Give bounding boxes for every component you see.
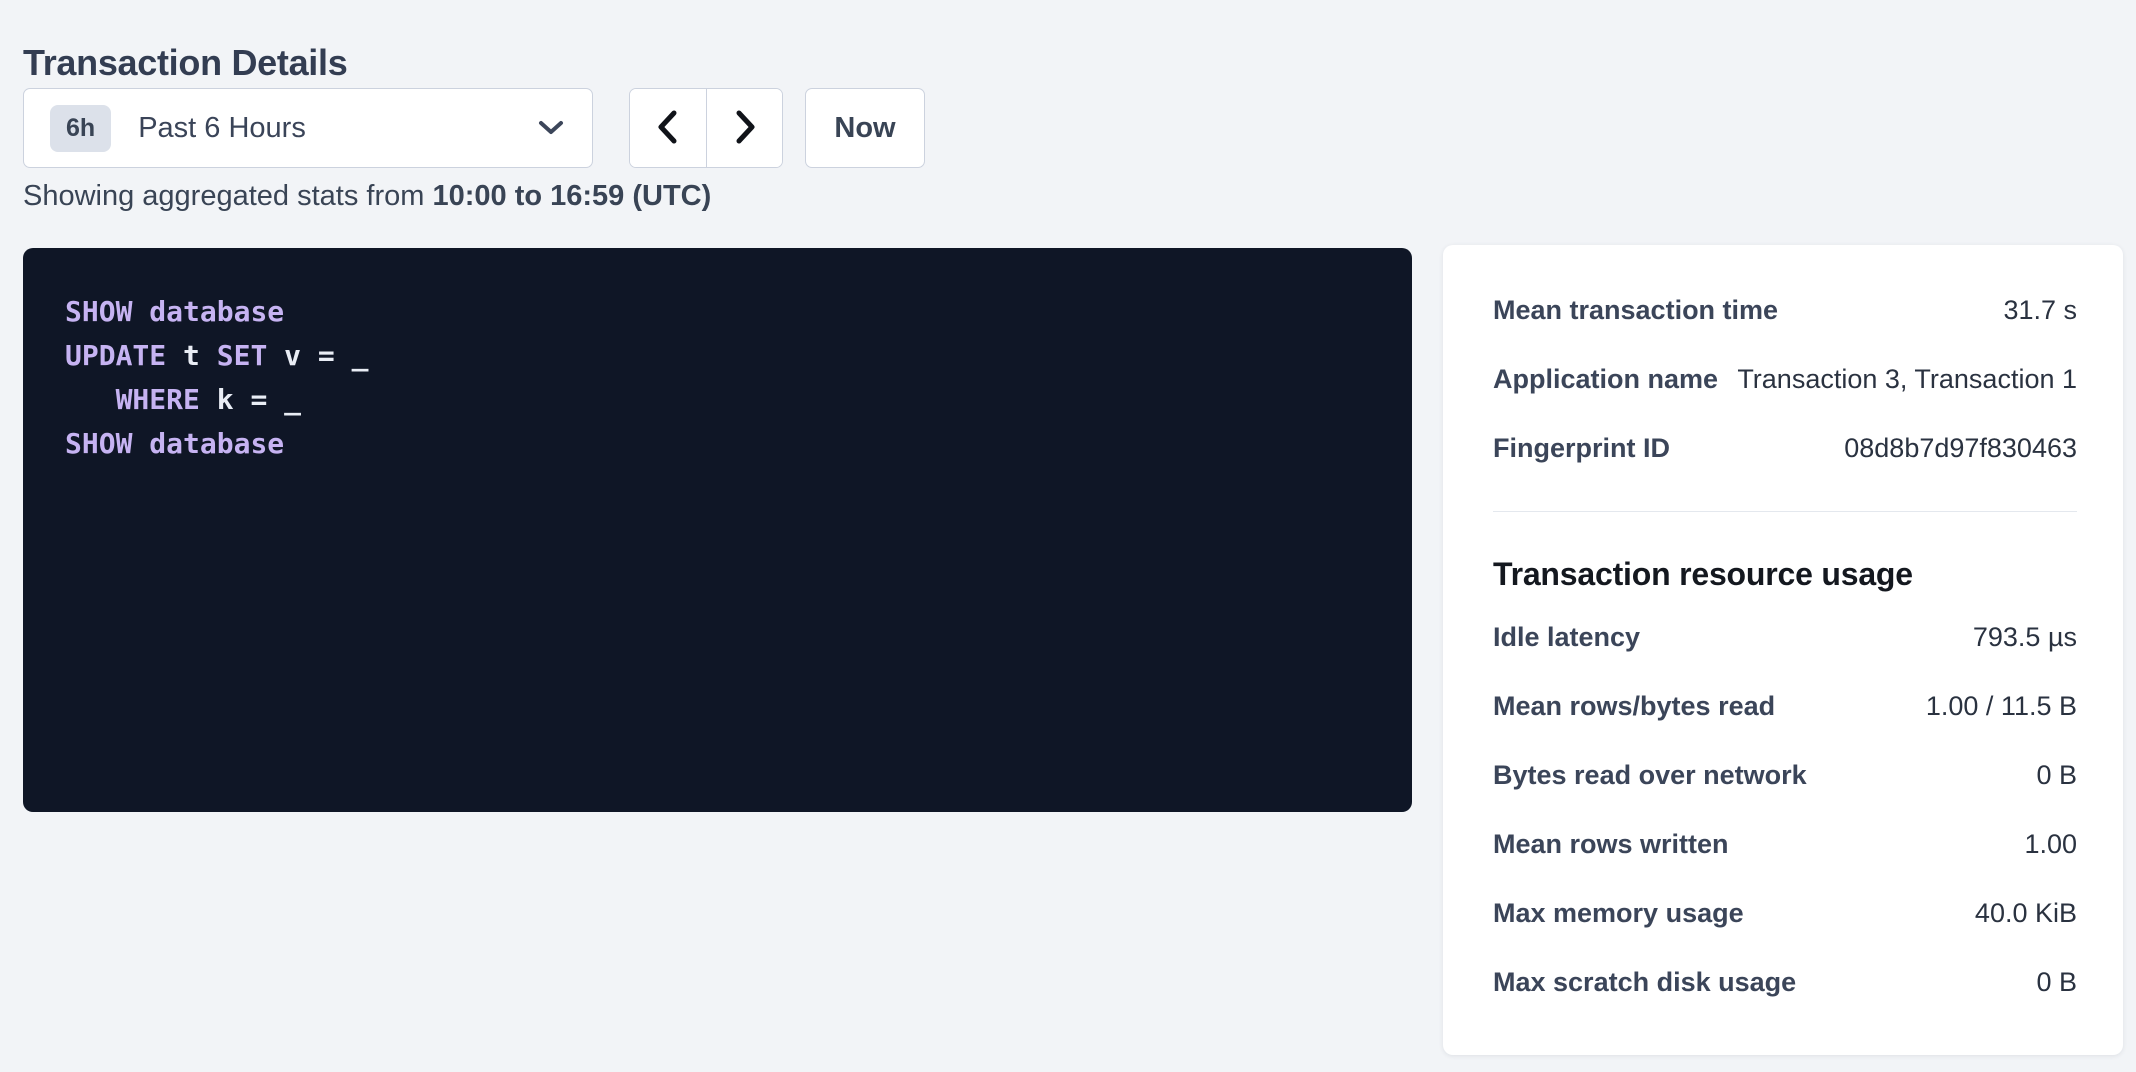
sql-keyword: database	[149, 295, 284, 328]
stat-row: Mean rows/bytes read 1.00 / 11.5 B	[1493, 691, 2077, 733]
page-title: Transaction Details	[23, 42, 347, 84]
sql-text: k = _	[200, 383, 301, 416]
transaction-summary-card: Mean transaction time 31.7 s Application n…	[1443, 245, 2123, 1055]
time-range-badge: 6h	[50, 105, 111, 152]
stat-value: 31.7 s	[2003, 295, 2077, 326]
stat-value: Transaction 3, Transaction 1	[1737, 364, 2077, 395]
stat-row: Max scratch disk usage 0 B	[1493, 967, 2077, 1009]
stat-value: 0 B	[2036, 760, 2077, 791]
time-pager	[629, 88, 783, 168]
caption-time-range: 10:00 to 16:59 (UTC)	[432, 180, 711, 212]
sql-line: SHOW database	[65, 290, 1382, 334]
transaction-overview-rows: Mean transaction time 31.7 s Application n…	[1493, 295, 2077, 475]
stat-row: Max memory usage 40.0 KiB	[1493, 898, 2077, 940]
time-picker-controls: 6h Past 6 Hours	[23, 88, 925, 168]
stat-label: Bytes read over network	[1493, 760, 1807, 791]
stat-label: Idle latency	[1493, 622, 1640, 653]
chevron-left-icon	[655, 108, 681, 149]
chevron-down-icon	[538, 119, 564, 137]
sql-keyword: SHOW	[65, 295, 132, 328]
stat-value: 40.0 KiB	[1975, 898, 2077, 929]
stat-row: Bytes read over network 0 B	[1493, 760, 2077, 802]
stat-label: Mean transaction time	[1493, 295, 1778, 326]
stat-label: Mean rows/bytes read	[1493, 691, 1775, 722]
stat-value: 1.00	[2024, 829, 2077, 860]
chevron-right-icon	[732, 108, 758, 149]
stat-label: Application name	[1493, 364, 1718, 395]
stat-row: Fingerprint ID 08d8b7d97f830463	[1493, 433, 2077, 475]
caption-prefix: Showing aggregated stats from	[23, 180, 432, 212]
stat-label: Max scratch disk usage	[1493, 967, 1796, 998]
stat-row: Application name Transaction 3, Transacti…	[1493, 364, 2077, 406]
time-range-dropdown[interactable]: 6h Past 6 Hours	[23, 88, 593, 168]
now-button[interactable]: Now	[805, 88, 925, 168]
sql-keyword: database	[149, 427, 284, 460]
stat-value: 1.00 / 11.5 B	[1926, 691, 2077, 722]
sql-text: t	[166, 339, 217, 372]
resource-usage-section-title: Transaction resource usage	[1493, 552, 2077, 596]
stat-label: Max memory usage	[1493, 898, 1744, 929]
sql-text	[65, 383, 116, 416]
resource-usage-rows: Idle latency 793.5 µs Mean rows/bytes read…	[1493, 622, 2077, 1009]
stat-row: Mean rows written 1.00	[1493, 829, 2077, 871]
sql-keyword: UPDATE	[65, 339, 166, 372]
time-range-label: Past 6 Hours	[138, 112, 306, 145]
stat-row: Mean transaction time 31.7 s	[1493, 295, 2077, 337]
sql-keyword: WHERE	[116, 383, 200, 416]
sql-text	[132, 427, 149, 460]
card-divider	[1493, 511, 2077, 512]
previous-time-range-button[interactable]	[630, 89, 706, 167]
transaction-sql-statements-box: SHOW databaseUPDATE t SET v = _ WHERE k …	[23, 248, 1412, 812]
stat-label: Mean rows written	[1493, 829, 1729, 860]
sql-keyword: SHOW	[65, 427, 132, 460]
sql-text: v = _	[267, 339, 368, 372]
transaction-details-page: Transaction Details 6h Past 6 Hours	[0, 0, 2136, 1072]
stat-value: 0 B	[2036, 967, 2077, 998]
stat-row: Idle latency 793.5 µs	[1493, 622, 2077, 664]
sql-statements: SHOW databaseUPDATE t SET v = _ WHERE k …	[65, 290, 1382, 466]
sql-line: UPDATE t SET v = _	[65, 334, 1382, 378]
sql-line: WHERE k = _	[65, 378, 1382, 422]
next-time-range-button[interactable]	[706, 89, 782, 167]
stat-label: Fingerprint ID	[1493, 433, 1670, 464]
stat-value: 793.5 µs	[1973, 622, 2077, 653]
aggregated-stats-caption: Showing aggregated stats from 10:00 to 1…	[23, 180, 711, 213]
stat-value: 08d8b7d97f830463	[1844, 433, 2077, 464]
sql-text	[132, 295, 149, 328]
sql-line: SHOW database	[65, 422, 1382, 466]
sql-keyword: SET	[217, 339, 268, 372]
